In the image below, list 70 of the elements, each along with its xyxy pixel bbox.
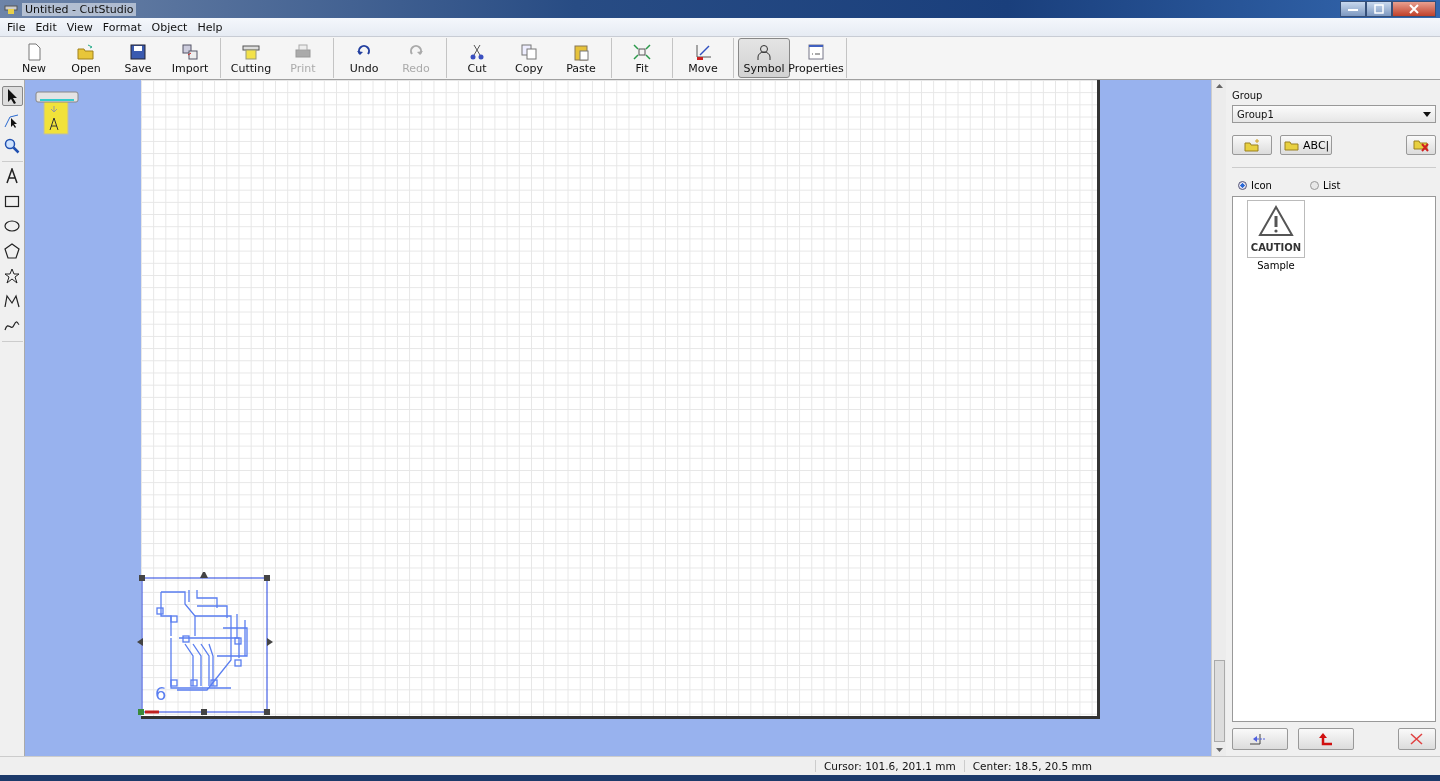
maximize-icon: [1374, 4, 1384, 14]
folder-icon: [76, 43, 96, 61]
minimize-icon: [1348, 6, 1358, 12]
dropdown-arrow-icon: [1423, 111, 1431, 117]
menu-item[interactable]: Format: [97, 20, 147, 34]
toolbar-button[interactable]: Open: [60, 38, 112, 78]
toolbar-button[interactable]: New: [8, 38, 60, 78]
close-button[interactable]: [1392, 1, 1436, 17]
toolbar-button[interactable]: Properties: [790, 38, 842, 78]
up-arrow-icon: [1317, 732, 1335, 746]
status-text: Cursor: 101.6, 201.1 mm: [814, 760, 964, 772]
toolbar-button[interactable]: Undo: [338, 38, 390, 78]
tool-button[interactable]: [1, 241, 23, 261]
node-pointer-icon: [4, 113, 20, 129]
folder-icon: [1283, 138, 1301, 152]
star-icon: [4, 268, 20, 284]
menu-item[interactable]: Object: [146, 20, 193, 34]
printer-icon: [293, 43, 313, 61]
close-icon: [1409, 4, 1419, 14]
toolbar-button[interactable]: Fit: [616, 38, 668, 78]
toolbar-button[interactable]: Paste: [555, 38, 607, 78]
toolbar-button[interactable]: Move: [677, 38, 729, 78]
menu-item[interactable]: Help: [192, 20, 228, 34]
delete-folder-icon: [1412, 138, 1430, 152]
maximize-button[interactable]: [1366, 1, 1392, 17]
floppy-icon: [128, 43, 148, 61]
text-tool-icon: [4, 168, 20, 184]
scroll-thumb[interactable]: [1213, 660, 1225, 742]
panel-button[interactable]: [1232, 728, 1288, 750]
scrollbar[interactable]: [1211, 80, 1226, 756]
toolbar-button[interactable]: Save: [112, 38, 164, 78]
properties-icon: [806, 43, 826, 61]
app-icon: [4, 3, 18, 15]
copy-icon: [519, 43, 539, 61]
search-icon: [4, 138, 20, 154]
group-button[interactable]: [1406, 135, 1436, 155]
view-radio[interactable]: List: [1309, 180, 1341, 191]
toolbar-button[interactable]: Cutting: [225, 38, 277, 78]
status-text: Center: 18.5, 20.5 mm: [963, 760, 1100, 772]
menu-item[interactable]: View: [61, 20, 98, 34]
window-title: Untitled - CutStudio: [22, 2, 137, 16]
toolbar-button[interactable]: Copy: [503, 38, 555, 78]
object-label: 6: [155, 683, 167, 704]
group-button[interactable]: [1232, 135, 1272, 155]
cutter-icon: [241, 43, 261, 61]
pentagon-icon: [4, 243, 20, 259]
menu-item[interactable]: File: [2, 20, 31, 34]
folder-icon: [1243, 138, 1261, 152]
tool-button[interactable]: [1, 86, 23, 106]
minimize-button[interactable]: [1340, 1, 1366, 17]
person-icon: [754, 43, 774, 61]
group-button[interactable]: ABC|: [1280, 135, 1333, 155]
clipboard-icon: [571, 43, 591, 61]
panel-button[interactable]: [1398, 728, 1436, 750]
group-dropdown[interactable]: Group1: [1232, 105, 1436, 123]
toolbar-button[interactable]: Cut: [451, 38, 503, 78]
menu-item[interactable]: Edit: [30, 20, 62, 34]
import-icon: [180, 43, 200, 61]
toolbar-button[interactable]: Import: [164, 38, 216, 78]
group-label: Group: [1232, 90, 1264, 101]
view-radio[interactable]: Icon: [1238, 180, 1272, 191]
polyline-icon: [4, 293, 20, 309]
move-icon: [693, 43, 713, 61]
ellipse-icon: [4, 218, 20, 234]
rectangle-icon: [4, 193, 20, 209]
scroll-up-icon[interactable]: [1215, 84, 1223, 88]
toolbar-button[interactable]: Symbol: [738, 38, 790, 78]
fit-icon: [632, 43, 652, 61]
panel-button[interactable]: [1298, 728, 1354, 750]
scroll-down-icon[interactable]: [1215, 748, 1223, 752]
